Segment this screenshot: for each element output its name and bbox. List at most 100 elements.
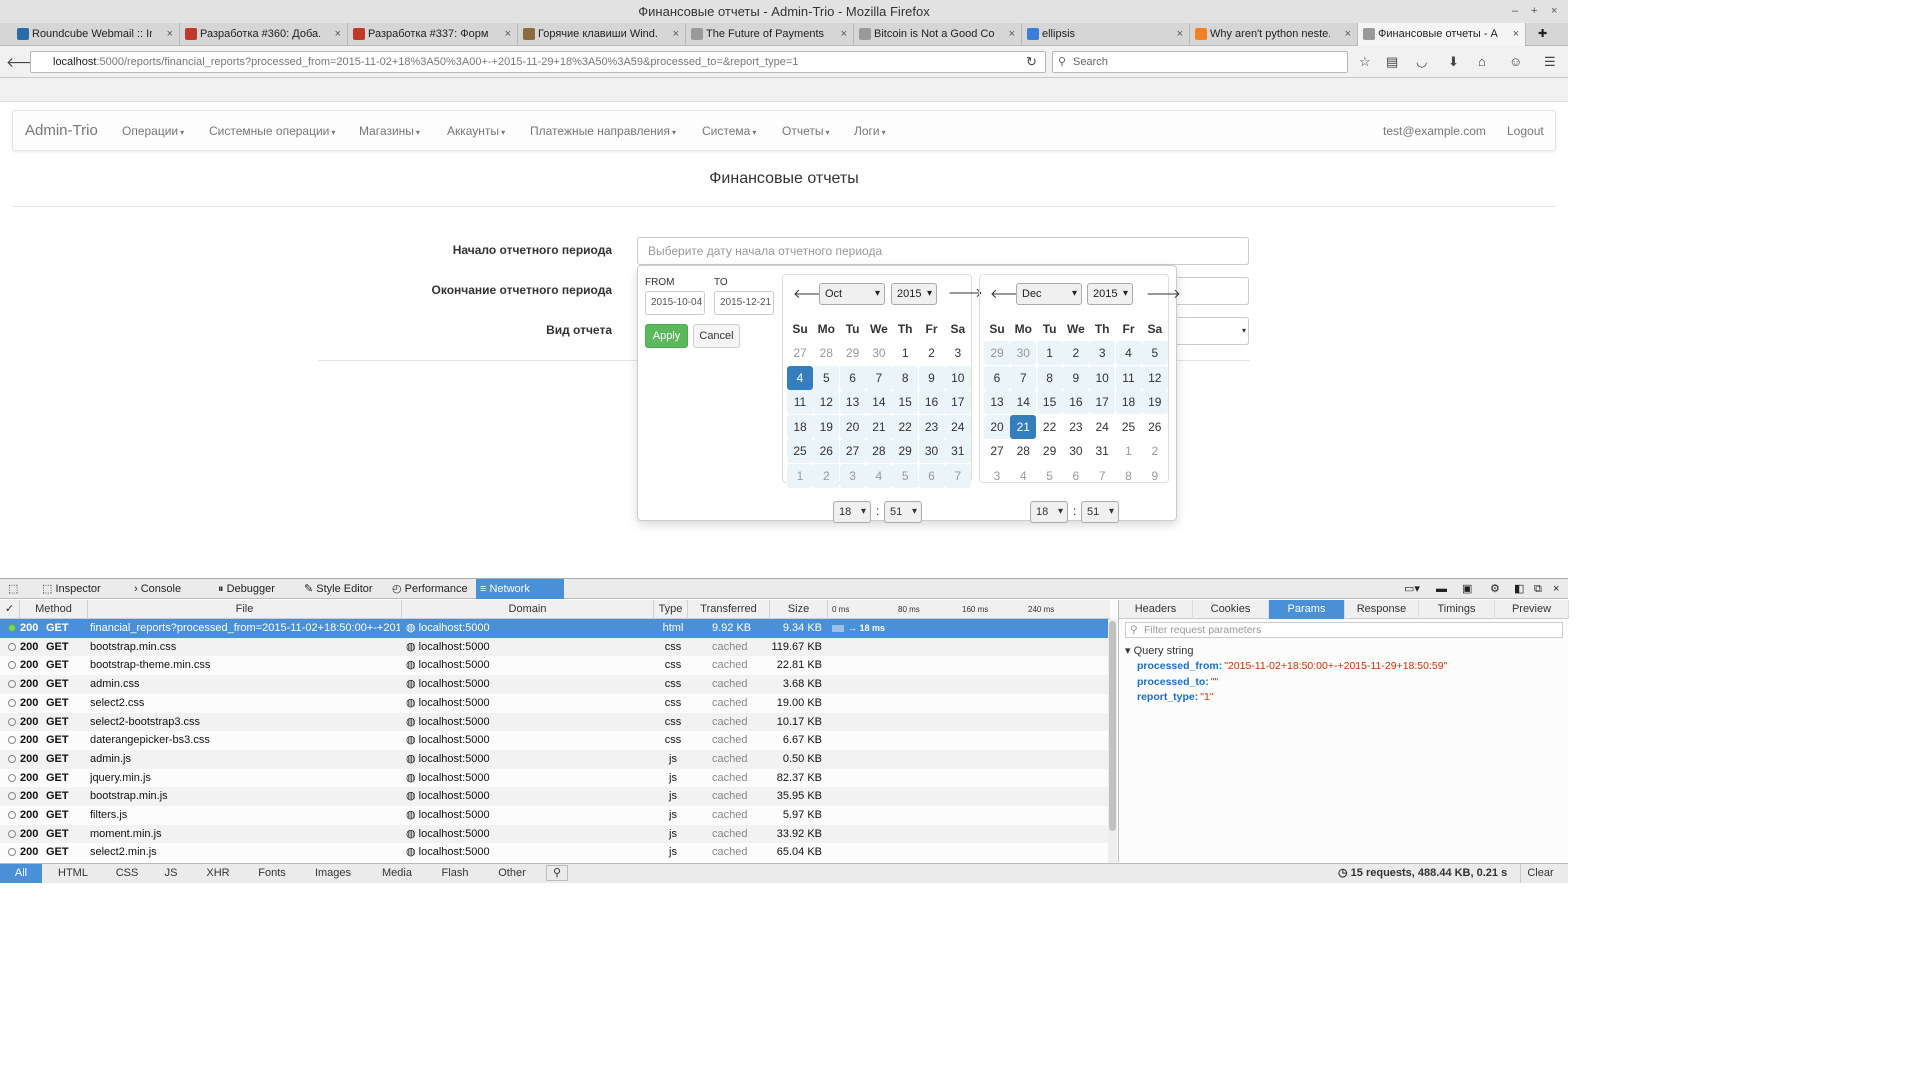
column-header[interactable]: Size [770, 600, 828, 619]
tab-performance[interactable]: ◴ Performance [388, 579, 474, 599]
filter-html[interactable]: HTML [46, 864, 100, 883]
column-header[interactable]: 80 ms [894, 600, 954, 619]
calendar-day[interactable]: 18 [1115, 390, 1142, 414]
left-minute-select[interactable]: 51 [884, 501, 922, 523]
calendar-day[interactable]: 9 [918, 365, 945, 390]
end-period-input[interactable] [1170, 277, 1249, 305]
calendar-day[interactable]: 29 [840, 341, 866, 365]
nav-menu-item[interactable]: Логи ▾ [854, 111, 886, 153]
calendar-day[interactable]: 3 [945, 341, 971, 365]
calendar-day[interactable]: 26 [1142, 415, 1168, 439]
filter-params-input[interactable]: ⚲ Filter request parameters [1125, 622, 1563, 638]
calendar-day[interactable]: 16 [1062, 390, 1089, 414]
calendar-day[interactable]: 2 [813, 463, 840, 488]
table-row[interactable]: 200 GET select2-bootstrap3.css ◍ localhost:… [0, 712, 1108, 732]
filter-js[interactable]: JS [154, 864, 188, 883]
cancel-button[interactable]: Cancel [693, 324, 740, 348]
dock-icon[interactable]: ▭▾ [1404, 579, 1420, 599]
query-string-heading[interactable]: ▾ Query string [1125, 644, 1194, 657]
nav-menu-item[interactable]: Системные операции ▾ [209, 111, 335, 153]
calendar-day[interactable]: 20 [839, 414, 866, 439]
calendar-day[interactable]: 29 [1037, 439, 1063, 463]
right-hour-select[interactable]: 18 [1030, 501, 1068, 523]
logout-link[interactable]: Logout [1507, 111, 1544, 151]
user-email[interactable]: test@example.com [1383, 111, 1486, 151]
column-header[interactable]: ✓ [0, 600, 20, 619]
calendar-day[interactable]: 6 [918, 463, 945, 488]
calendar-day[interactable]: 28 [813, 341, 839, 365]
tab-close-icon[interactable]: × [1177, 23, 1183, 45]
table-row[interactable]: 200 GET filters.js ◍ localhost:5000 js cached… [0, 806, 1108, 825]
report-type-select[interactable]: ▾ [1170, 317, 1249, 345]
calendar-day[interactable]: 14 [865, 390, 892, 414]
calendar-day[interactable]: 7 [865, 365, 892, 390]
filter-xhr[interactable]: XHR [194, 864, 242, 883]
calendar-day[interactable]: 27 [984, 439, 1010, 463]
calendar-day[interactable]: 3 [839, 463, 866, 488]
calendar-day[interactable]: 28 [865, 439, 892, 463]
calendar-day[interactable]: 21 [1010, 414, 1037, 439]
calendar-day[interactable]: 24 [944, 414, 971, 439]
filter-all[interactable]: All [0, 864, 42, 883]
calendar-day[interactable]: 6 [839, 365, 866, 390]
browser-tab[interactable]: Разработка #360: Доба... × [180, 23, 348, 46]
left-hour-select[interactable]: 18 [833, 501, 871, 523]
browser-tab[interactable]: Bitcoin is Not a Good Consu... × [854, 23, 1022, 46]
filter-fonts[interactable]: Fonts [248, 864, 296, 883]
calendar-day[interactable]: 30 [866, 341, 892, 365]
nav-menu-item[interactable]: Аккаунты ▾ [447, 111, 505, 153]
undock-icon[interactable]: ⧉ [1534, 579, 1542, 599]
calendar-day[interactable]: 3 [1089, 341, 1116, 365]
right-month-select[interactable]: Dec [1016, 283, 1082, 305]
calendar-day[interactable]: 26 [813, 439, 840, 463]
browser-tab[interactable]: ellipsis × [1022, 23, 1190, 46]
calendar-day[interactable]: 10 [944, 365, 971, 390]
search-icon[interactable]: ⚲ [546, 865, 568, 881]
next-month-arrow-icon[interactable]: 🡒 [1146, 286, 1181, 302]
calendar-day[interactable]: 4 [787, 365, 813, 390]
calendar-day[interactable]: 20 [984, 414, 1010, 439]
sidebar-tab-headers[interactable]: Headers [1119, 600, 1193, 619]
menu-icon[interactable]: ☰ [1544, 54, 1556, 70]
apply-button[interactable]: Apply [645, 324, 688, 348]
table-row[interactable]: 200 GET bootstrap.min.js ◍ localhost:5000 js… [0, 787, 1108, 806]
calendar-day[interactable]: 30 [1010, 341, 1037, 365]
to-date-input[interactable]: 2015-12-21 [714, 291, 774, 315]
table-row[interactable]: 200 GET jquery.min.js ◍ localhost:5000 js cac… [0, 769, 1108, 788]
download-icon[interactable]: ⬇ [1448, 54, 1459, 70]
tab-close-icon[interactable]: × [1009, 23, 1015, 45]
calendar-day[interactable]: 25 [1116, 415, 1142, 439]
browser-tab[interactable]: Why aren't python neste... × [1190, 23, 1358, 46]
calendar-day[interactable]: 19 [1141, 390, 1168, 414]
calendar-day[interactable]: 25 [787, 439, 813, 463]
home-icon[interactable]: ⌂ [1478, 54, 1486, 69]
reload-icon[interactable]: ↻ [1026, 54, 1037, 70]
table-row[interactable]: 200 GET admin.js ◍ localhost:5000 js cached 0.… [0, 749, 1108, 769]
calendar-day[interactable]: 15 [892, 390, 919, 414]
tab-style-editor[interactable]: ✎ Style Editor [300, 579, 382, 599]
tab-network[interactable]: ≡ Network [476, 579, 564, 599]
calendar-day[interactable]: 2 [1142, 439, 1168, 463]
split-console-icon[interactable]: ▬ [1436, 579, 1447, 599]
calendar-day[interactable]: 18 [787, 414, 813, 439]
next-month-arrow-icon[interactable]: 🡒 [948, 285, 983, 301]
column-header[interactable]: 240 ms [1024, 600, 1084, 619]
calendar-day[interactable]: 7 [1089, 464, 1115, 488]
calendar-day[interactable]: 11 [787, 390, 813, 414]
requests-scrollbar[interactable] [1108, 619, 1117, 863]
tab-close-icon[interactable]: × [673, 23, 679, 45]
table-row[interactable]: 200 GET bootstrap-theme.min.css ◍ localhost… [0, 656, 1108, 675]
calendar-day[interactable]: 13 [839, 390, 866, 414]
calendar-day[interactable]: 1 [1116, 439, 1142, 463]
right-minute-select[interactable]: 51 [1081, 501, 1119, 523]
table-row[interactable]: 200 GET select2.css ◍ localhost:5000 css cach… [0, 694, 1108, 713]
brand-link[interactable]: Admin-Trio [25, 111, 98, 151]
calendar-day[interactable]: 1 [787, 463, 813, 488]
calendar-day[interactable]: 3 [984, 464, 1010, 488]
nav-menu-item[interactable]: Магазины ▾ [359, 111, 420, 153]
clear-button[interactable]: Clear [1520, 864, 1560, 883]
calendar-day[interactable]: 24 [1089, 415, 1115, 439]
calendar-day[interactable]: 6 [984, 365, 1010, 390]
search-input[interactable]: ⚲ Search [1052, 51, 1348, 73]
calendar-day[interactable]: 29 [984, 341, 1010, 365]
